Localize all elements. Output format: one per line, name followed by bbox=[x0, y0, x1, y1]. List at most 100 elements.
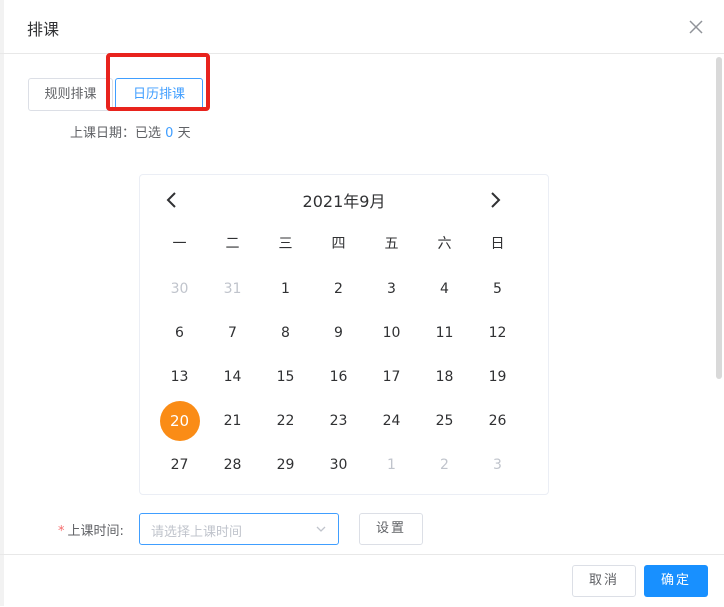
dialog-header: 排课 bbox=[0, 0, 724, 54]
calendar-day[interactable]: 24 bbox=[365, 399, 418, 443]
weekday-label: 二 bbox=[225, 236, 240, 252]
calendar-day[interactable]: 14 bbox=[206, 355, 259, 399]
set-time-button[interactable]: 设置 bbox=[359, 513, 423, 545]
calendar-day-today[interactable]: 20 bbox=[153, 399, 206, 443]
calendar-day[interactable]: 26 bbox=[471, 399, 524, 443]
calendar-day[interactable]: 23 bbox=[312, 399, 365, 443]
calendar-day[interactable]: 1 bbox=[365, 443, 418, 487]
calendar-day[interactable]: 30 bbox=[153, 267, 206, 311]
cancel-button[interactable]: 取消 bbox=[572, 565, 636, 597]
class-time-label: * 上课时间: bbox=[58, 520, 124, 539]
calendar-day-number: 12 bbox=[488, 325, 507, 341]
calendar-day[interactable]: 30 bbox=[312, 443, 365, 487]
tab-rule-schedule[interactable]: 规则排课 bbox=[28, 78, 113, 111]
calendar-day-number: 22 bbox=[276, 413, 295, 429]
calendar-day-number: 1 bbox=[387, 457, 396, 473]
calendar-day-number: 17 bbox=[382, 369, 401, 385]
calendar-day[interactable]: 10 bbox=[365, 311, 418, 355]
chevron-down-icon bbox=[316, 526, 326, 532]
calendar-week-row: 30 31 1 2 3 4 5 bbox=[153, 267, 524, 311]
calendar-day[interactable]: 25 bbox=[418, 399, 471, 443]
schedule-dialog: 排课 规则排课 日历排课 上课日期：已选 0 天 2021年9月 一 二 三 四… bbox=[0, 0, 724, 606]
weekday-label: 五 bbox=[384, 236, 399, 252]
calendar-day-number: 21 bbox=[223, 413, 242, 429]
calendar-day[interactable]: 4 bbox=[418, 267, 471, 311]
calendar-day[interactable]: 2 bbox=[418, 443, 471, 487]
calendar-day-number: 29 bbox=[276, 457, 295, 473]
calendar-day[interactable]: 27 bbox=[153, 443, 206, 487]
calendar-day-number: 6 bbox=[175, 325, 184, 341]
calendar-day-number: 27 bbox=[170, 457, 189, 473]
backdrop-edge bbox=[0, 0, 4, 606]
calendar-day-number: 30 bbox=[329, 457, 348, 473]
selected-days-count: 0 bbox=[165, 126, 174, 141]
calendar-day-number: 24 bbox=[382, 413, 401, 429]
calendar-day[interactable]: 19 bbox=[471, 355, 524, 399]
selected-days-unit: 天 bbox=[177, 126, 191, 141]
calendar-day-number: 11 bbox=[435, 325, 454, 341]
calendar-day-number: 30 bbox=[170, 281, 189, 297]
calendar-day[interactable]: 13 bbox=[153, 355, 206, 399]
calendar-day[interactable]: 28 bbox=[206, 443, 259, 487]
calendar-day[interactable]: 16 bbox=[312, 355, 365, 399]
calendar-day-number: 5 bbox=[493, 281, 502, 297]
calendar-week-row: 6 7 8 9 10 11 12 bbox=[153, 311, 524, 355]
calendar-day[interactable]: 3 bbox=[365, 267, 418, 311]
calendar-day[interactable]: 8 bbox=[259, 311, 312, 355]
calendar-day[interactable]: 2 bbox=[312, 267, 365, 311]
calendar-day-number: 23 bbox=[329, 413, 348, 429]
chevron-right-icon[interactable] bbox=[482, 187, 508, 213]
calendar-day-number: 14 bbox=[223, 369, 242, 385]
calendar-day-number: 26 bbox=[488, 413, 507, 429]
calendar-day[interactable]: 6 bbox=[153, 311, 206, 355]
scrollbar[interactable] bbox=[716, 57, 722, 379]
calendar-grid: 30 31 1 2 3 4 5 6 7 8 9 10 11 12 13 14 15 16 17 18 19 20 21 22 2… bbox=[153, 267, 524, 487]
tab-calendar-schedule[interactable]: 日历排课 bbox=[115, 78, 203, 111]
calendar: 2021年9月 一 二 三 四 五 六 日 30 31 1 2 3 4 5 6 7 8 9 10 11 1… bbox=[139, 174, 549, 495]
calendar-day[interactable]: 21 bbox=[206, 399, 259, 443]
calendar-day-number: 3 bbox=[493, 457, 502, 473]
dialog-title: 排课 bbox=[27, 20, 60, 39]
selected-days-line: 上课日期：已选 0 天 bbox=[70, 122, 191, 141]
calendar-day[interactable]: 9 bbox=[312, 311, 365, 355]
calendar-day[interactable]: 17 bbox=[365, 355, 418, 399]
calendar-day-number: 16 bbox=[329, 369, 348, 385]
calendar-day-number: 2 bbox=[334, 281, 343, 297]
weekday-label: 三 bbox=[278, 236, 293, 252]
calendar-day-number: 9 bbox=[334, 325, 343, 341]
calendar-day-number: 7 bbox=[228, 325, 237, 341]
class-time-placeholder: 请选择上课时间 bbox=[151, 525, 243, 540]
selected-days-label: 上课日期：已选 bbox=[70, 126, 162, 141]
calendar-day[interactable]: 11 bbox=[418, 311, 471, 355]
calendar-day[interactable]: 12 bbox=[471, 311, 524, 355]
calendar-week-row: 27 28 29 30 1 2 3 bbox=[153, 443, 524, 487]
weekday-label: 日 bbox=[490, 236, 505, 252]
weekday-label: 一 bbox=[172, 236, 187, 252]
calendar-day[interactable]: 31 bbox=[206, 267, 259, 311]
calendar-week-row: 13 14 15 16 17 18 19 bbox=[153, 355, 524, 399]
calendar-day[interactable]: 1 bbox=[259, 267, 312, 311]
calendar-day-number: 15 bbox=[276, 369, 295, 385]
calendar-day[interactable]: 7 bbox=[206, 311, 259, 355]
calendar-day[interactable]: 18 bbox=[418, 355, 471, 399]
calendar-day[interactable]: 22 bbox=[259, 399, 312, 443]
calendar-day-number: 13 bbox=[170, 369, 189, 385]
calendar-day-number: 25 bbox=[435, 413, 454, 429]
calendar-day[interactable]: 29 bbox=[259, 443, 312, 487]
calendar-day-number: 31 bbox=[223, 281, 242, 297]
calendar-day-number: 8 bbox=[281, 325, 290, 341]
calendar-day-number: 19 bbox=[488, 369, 507, 385]
required-mark: * bbox=[58, 524, 65, 539]
close-icon[interactable] bbox=[686, 17, 706, 37]
confirm-button[interactable]: 确定 bbox=[644, 565, 708, 597]
class-time-select[interactable]: 请选择上课时间 bbox=[139, 513, 339, 545]
calendar-day-number: 4 bbox=[440, 281, 449, 297]
calendar-week-row: 20 21 22 23 24 25 26 bbox=[153, 399, 524, 443]
weekday-header: 一 二 三 四 五 六 日 bbox=[153, 233, 524, 255]
calendar-day[interactable]: 3 bbox=[471, 443, 524, 487]
calendar-day-number: 1 bbox=[281, 281, 290, 297]
calendar-day[interactable]: 5 bbox=[471, 267, 524, 311]
weekday-label: 四 bbox=[331, 236, 346, 252]
calendar-day-number: 28 bbox=[223, 457, 242, 473]
calendar-day[interactable]: 15 bbox=[259, 355, 312, 399]
